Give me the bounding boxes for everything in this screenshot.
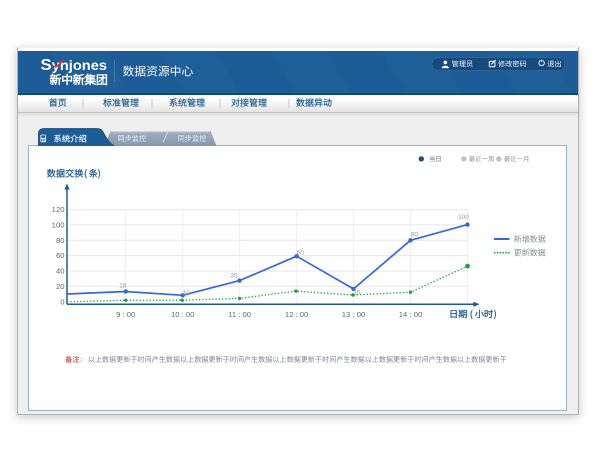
svg-text:120: 120	[52, 205, 65, 214]
svg-text:13 : 00: 13 : 00	[342, 310, 366, 319]
svg-text:20: 20	[56, 282, 65, 291]
svg-text:35: 35	[230, 273, 238, 280]
svg-text:80: 80	[56, 236, 65, 245]
svg-text:10: 10	[183, 290, 191, 297]
svg-text:11 : 00: 11 : 00	[228, 310, 251, 319]
svg-text:80: 80	[411, 232, 419, 239]
svg-text:12 : 00: 12 : 00	[285, 310, 309, 319]
svg-text:60: 60	[297, 250, 305, 257]
svg-text:40: 40	[56, 267, 65, 276]
svg-text:60: 60	[56, 251, 65, 260]
svg-text:0: 0	[60, 297, 64, 306]
svg-text:Synjones: Synjones	[41, 57, 108, 74]
svg-text:9 : 00: 9 : 00	[116, 310, 135, 319]
svg-text:100: 100	[458, 214, 469, 221]
svg-text:18: 18	[119, 282, 127, 289]
svg-text:14 : 00: 14 : 00	[399, 310, 423, 319]
svg-text:100: 100	[52, 221, 65, 230]
svg-text:10 : 00: 10 : 00	[171, 310, 195, 319]
